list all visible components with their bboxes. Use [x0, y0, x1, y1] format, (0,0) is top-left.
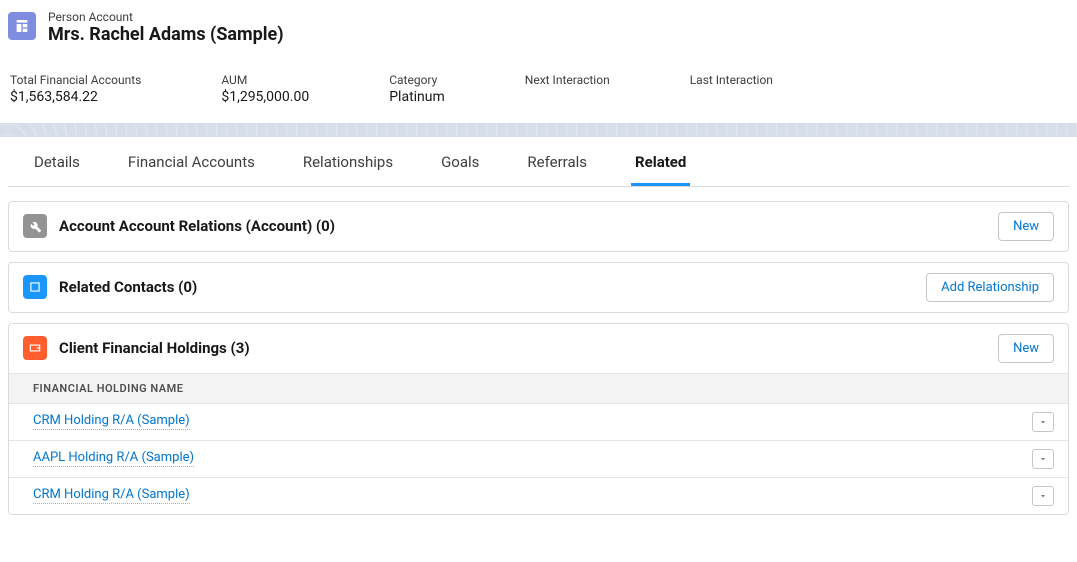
metric-label: AUM	[221, 73, 309, 87]
column-header-name: FINANCIAL HOLDING NAME	[9, 373, 1068, 404]
metric-total-accounts: Total Financial Accounts $1,563,584.22	[10, 73, 141, 105]
card-title: Client Financial Holdings (3)	[59, 339, 250, 357]
metric-aum: AUM $1,295,000.00	[221, 73, 309, 105]
card-related-contacts: Related Contacts (0) Add Relationship	[8, 262, 1069, 313]
metric-label: Total Financial Accounts	[10, 73, 141, 87]
table-row: AAPL Holding R/A (Sample)	[9, 441, 1068, 478]
table-row: CRM Holding R/A (Sample)	[9, 478, 1068, 514]
tab-relationships[interactable]: Relationships	[299, 137, 397, 186]
metric-label: Category	[389, 73, 445, 87]
holding-link[interactable]: CRM Holding R/A (Sample)	[33, 487, 190, 504]
person-account-icon	[8, 12, 36, 40]
record-type-label: Person Account	[48, 10, 284, 24]
chevron-down-icon	[1038, 417, 1048, 427]
highlights-panel: Total Financial Accounts $1,563,584.22 A…	[0, 59, 1077, 123]
record-header: Person Account Mrs. Rachel Adams (Sample…	[0, 0, 1077, 59]
wallet-icon	[23, 336, 47, 360]
new-holding-button[interactable]: New	[998, 334, 1054, 363]
metric-value: $1,563,584.22	[10, 89, 141, 105]
metric-last-interaction: Last Interaction	[690, 73, 773, 105]
metric-label: Last Interaction	[690, 73, 773, 87]
tabset: Details Financial Accounts Relationships…	[8, 137, 1069, 187]
row-actions-button[interactable]	[1032, 412, 1054, 432]
row-actions-button[interactable]	[1032, 486, 1054, 506]
tab-related[interactable]: Related	[631, 137, 690, 186]
tab-financial-accounts[interactable]: Financial Accounts	[124, 137, 259, 186]
metric-category: Category Platinum	[389, 73, 445, 105]
table-row: CRM Holding R/A (Sample)	[9, 404, 1068, 441]
wrench-icon	[23, 214, 47, 238]
tab-goals[interactable]: Goals	[437, 137, 483, 186]
new-relation-button[interactable]: New	[998, 212, 1054, 241]
card-client-holdings: Client Financial Holdings (3) New FINANC…	[8, 323, 1069, 515]
card-title: Account Account Relations (Account) (0)	[59, 217, 335, 235]
chevron-down-icon	[1038, 454, 1048, 464]
metric-next-interaction: Next Interaction	[525, 73, 610, 105]
card-account-relations: Account Account Relations (Account) (0) …	[8, 201, 1069, 252]
holding-link[interactable]: CRM Holding R/A (Sample)	[33, 413, 190, 430]
tab-details[interactable]: Details	[30, 137, 84, 186]
contact-icon	[23, 275, 47, 299]
metric-value: Platinum	[389, 89, 445, 105]
row-actions-button[interactable]	[1032, 449, 1054, 469]
add-relationship-button[interactable]: Add Relationship	[926, 273, 1054, 302]
metric-value: $1,295,000.00	[221, 89, 309, 105]
holding-link[interactable]: AAPL Holding R/A (Sample)	[33, 450, 194, 467]
page-title: Mrs. Rachel Adams (Sample)	[48, 24, 284, 47]
metric-label: Next Interaction	[525, 73, 610, 87]
card-title: Related Contacts (0)	[59, 278, 197, 296]
tab-referrals[interactable]: Referrals	[523, 137, 591, 186]
decorative-band	[0, 123, 1077, 137]
chevron-down-icon	[1038, 491, 1048, 501]
related-content: Account Account Relations (Account) (0) …	[0, 187, 1077, 515]
